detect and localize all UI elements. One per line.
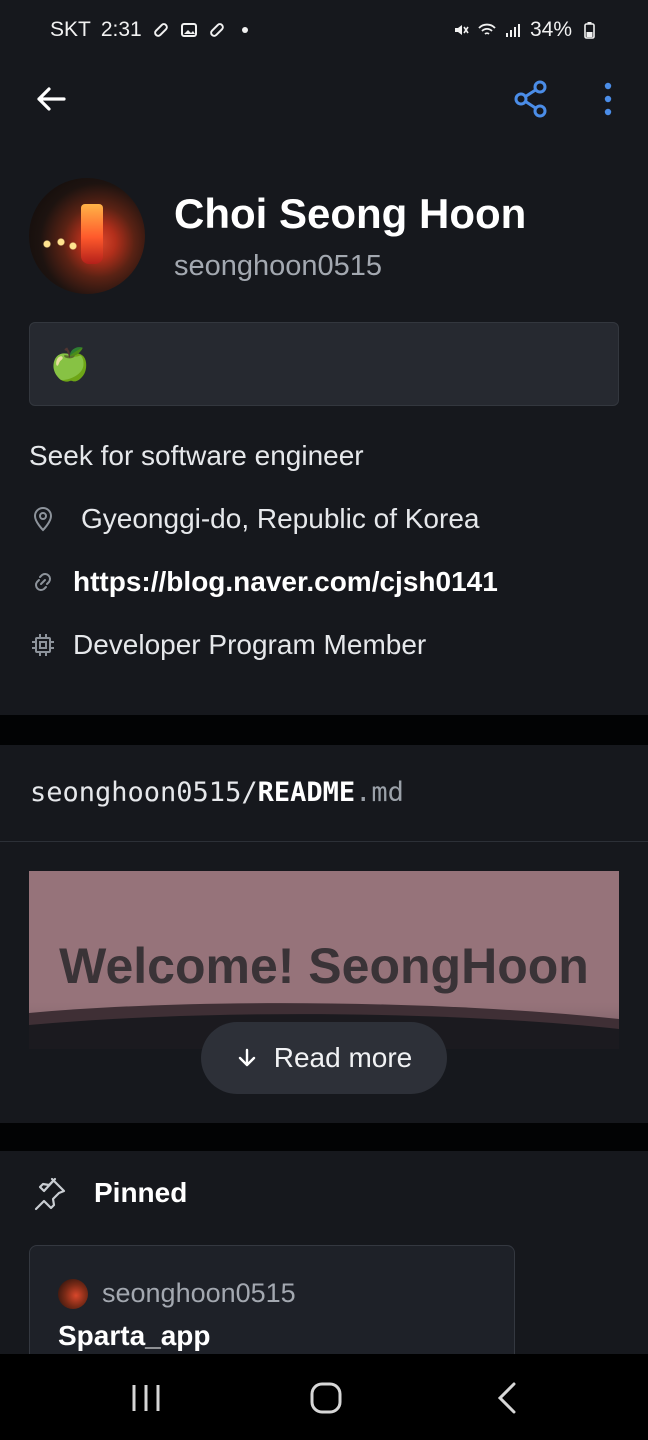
avatar-cocktail-glass — [81, 204, 103, 264]
back-arrow-icon[interactable] — [30, 78, 72, 120]
app-bar — [0, 60, 648, 136]
mute-icon — [454, 25, 469, 35]
status-emoji: 🍏 — [50, 346, 90, 382]
owner-avatar — [58, 1278, 88, 1309]
recent-apps-icon[interactable] — [126, 1378, 166, 1418]
pill-notification-icon — [153, 23, 168, 37]
arrow-down-icon — [238, 1048, 255, 1067]
status-bar: SKT 2:31 34% — [0, 0, 648, 60]
location-row: Gyeonggi-do, Republic of Korea — [29, 503, 479, 535]
gallery-notification-icon — [180, 23, 197, 37]
more-vertical-icon[interactable] — [590, 78, 626, 120]
profile-name: Choi Seong Hoon — [174, 190, 527, 237]
pinned-title: Pinned — [94, 1177, 188, 1208]
home-icon[interactable] — [306, 1378, 346, 1418]
readme-divider — [0, 841, 648, 842]
avatar-candle-lights — [39, 234, 79, 254]
pin-icon — [34, 1177, 66, 1211]
readme-ext: .md — [355, 777, 404, 808]
pinned-header: Pinned — [32, 1175, 187, 1211]
website-row[interactable]: https://blog.naver.com/cjsh0141 — [29, 566, 498, 598]
readme-section: seonghoon0515/README.md Welcome! SeongHo… — [0, 745, 648, 1123]
website-link[interactable]: https://blog.naver.com/cjsh0141 — [73, 566, 498, 598]
avatar[interactable] — [29, 178, 145, 294]
share-icon[interactable] — [510, 78, 552, 120]
badge-row: Developer Program Member — [29, 629, 426, 661]
pinned-section: Pinned seonghoon0515 Sparta_app — [0, 1151, 648, 1385]
battery-icon — [584, 22, 595, 39]
cpu-chip-icon — [32, 634, 54, 656]
section-divider-2 — [0, 1123, 648, 1151]
pinned-repo-name: Sparta_app — [58, 1320, 211, 1351]
badge-text: Developer Program Member — [73, 629, 427, 660]
readme-owner: seonghoon0515 — [30, 777, 242, 808]
user-status-box[interactable]: 🍏 — [29, 322, 619, 406]
signal-icon — [505, 24, 520, 37]
readme-title[interactable]: seonghoon0515/README.md — [30, 777, 404, 808]
clock: 2:31 — [100, 18, 142, 41]
nav-back-icon[interactable] — [488, 1378, 528, 1418]
readme-separator: / — [241, 777, 258, 808]
pinned-owner-name: seonghoon0515 — [102, 1278, 296, 1308]
read-more-label: Read more — [273, 1042, 413, 1073]
profile-bio: Seek for software engineer — [29, 440, 364, 471]
read-more-button[interactable]: Read more — [201, 1022, 447, 1094]
link-icon — [35, 573, 51, 591]
pill-notification-icon-2 — [209, 23, 224, 37]
location-pin-icon — [33, 506, 53, 532]
readme-banner-text: Welcome! SeongHoon — [59, 938, 589, 994]
status-left: SKT 2:31 — [50, 18, 254, 42]
section-divider — [0, 715, 648, 745]
battery-percent: 34% — [529, 18, 572, 41]
more-notifications-dot-icon — [241, 27, 248, 33]
location-text: Gyeonggi-do, Republic of Korea — [81, 503, 480, 534]
profile-login: seonghoon0515 — [174, 250, 383, 282]
readme-file: README — [257, 777, 356, 808]
pinned-repo-owner: seonghoon0515 — [58, 1278, 296, 1309]
carrier-label: SKT — [50, 18, 91, 41]
wifi-icon — [478, 23, 496, 35]
status-right: 34% — [452, 18, 598, 42]
system-nav-bar — [0, 1354, 648, 1440]
